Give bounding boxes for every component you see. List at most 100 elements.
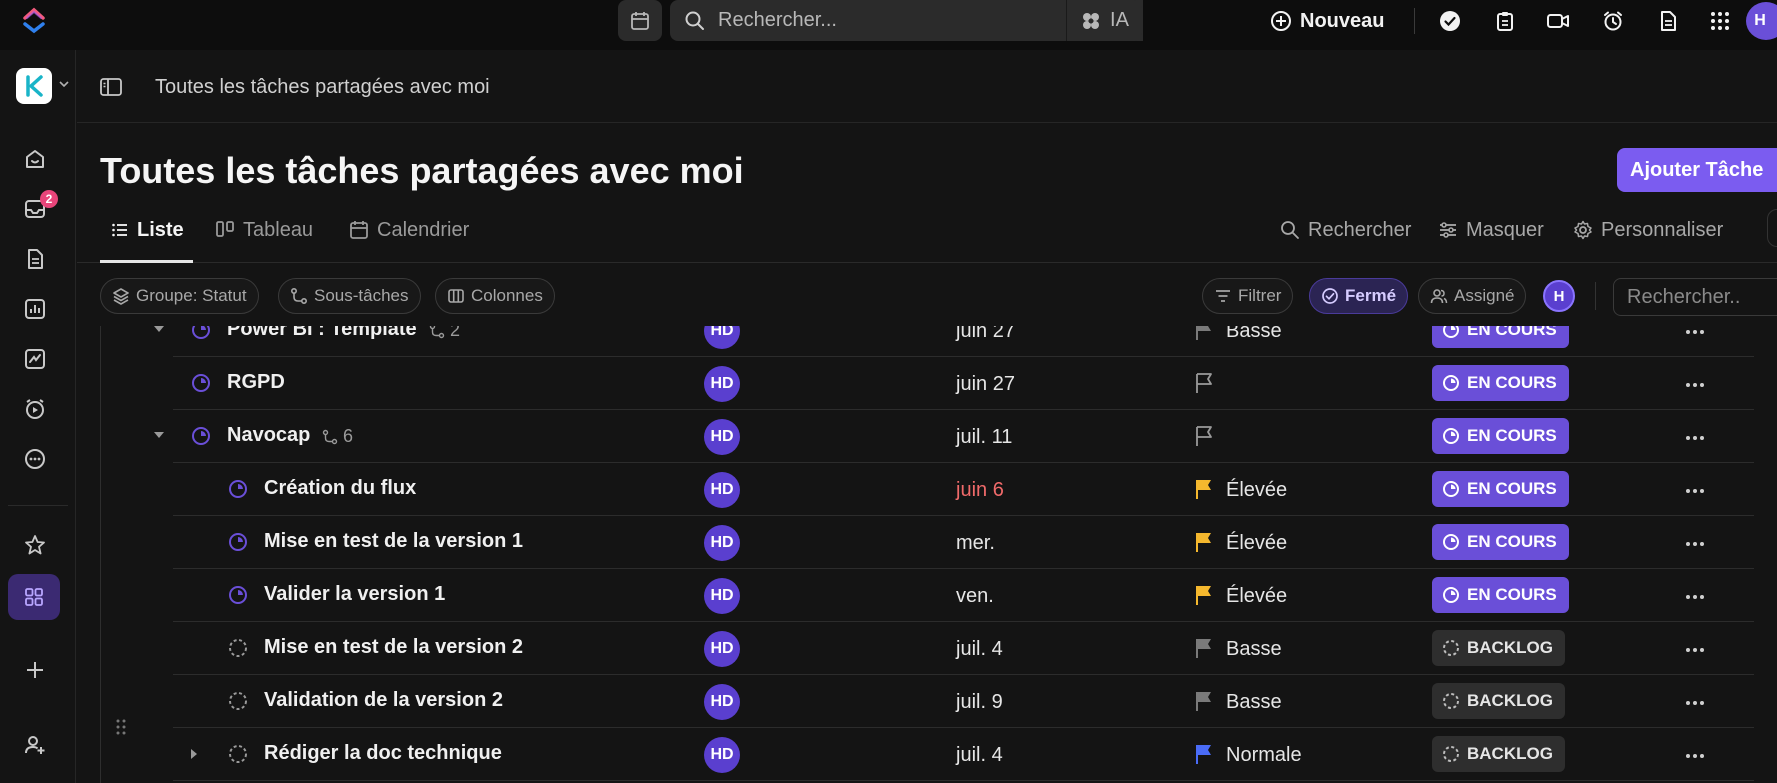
more-options-icon[interactable] [1685,541,1705,547]
status-badge[interactable]: EN COURS [1432,471,1569,507]
columns-pill[interactable]: Colonnes [435,278,555,314]
assignee-avatar[interactable]: HD [704,326,740,349]
due-date[interactable]: ven. [956,585,994,608]
more-options-icon[interactable] [1685,382,1705,388]
check-circle-icon[interactable] [1437,8,1463,34]
status-badge[interactable]: EN COURS [1432,524,1569,560]
calendar-button[interactable] [618,0,662,41]
due-date[interactable]: juil. 4 [956,744,1003,767]
docs-icon[interactable] [22,246,48,272]
task-name[interactable]: RGPD [227,371,285,394]
alarm-clock-icon[interactable] [1600,8,1626,34]
task-status-icon[interactable] [191,426,211,446]
flag-empty-icon[interactable] [1194,372,1214,394]
hide-button[interactable]: Masquer [1438,215,1544,245]
assignee-avatar[interactable]: HD [704,525,740,561]
closed-filter-pill[interactable]: Fermé [1309,278,1409,314]
task-name[interactable]: Validation de la version 2 [264,689,503,712]
clickup-logo-icon[interactable] [20,6,48,34]
due-date[interactable]: juin 27 [956,373,1015,396]
task-status-icon[interactable] [228,532,248,552]
task-status-icon[interactable] [228,479,248,499]
due-date[interactable]: juil. 4 [956,638,1003,661]
assignee-avatar[interactable]: HD [704,631,740,667]
more-circle-icon[interactable] [22,446,48,472]
due-date[interactable]: juil. 9 [956,691,1003,714]
table-row[interactable]: Power BI : Template HD juin 27 Basse EN COUR… [154,326,1754,357]
tab-list[interactable]: Liste [111,215,184,245]
task-status-icon[interactable] [228,744,248,764]
star-icon[interactable] [22,532,48,558]
due-date[interactable]: mer. [956,532,995,555]
clips-icon[interactable] [22,396,48,422]
due-date[interactable]: juil. 11 [956,426,1012,449]
task-status-icon[interactable] [228,691,248,711]
more-options-icon[interactable] [1685,435,1705,441]
table-row[interactable]: Création du flux HD juin 6 Élevée EN COURS [173,463,1754,516]
new-item-button[interactable]: Nouveau [1270,8,1384,34]
dashboards-icon[interactable] [22,296,48,322]
ai-button[interactable]: IA [1066,0,1142,41]
clipboard-icon[interactable] [1492,8,1518,34]
status-badge[interactable]: EN COURS [1432,418,1569,454]
table-row[interactable]: RGPD HD juin 27 EN COURS [173,357,1754,410]
caret-down-icon[interactable] [153,326,165,336]
table-row[interactable]: Mise en test de la version 2 HD juil. 4 Bas… [173,622,1754,675]
home-icon[interactable] [22,146,48,172]
table-row[interactable]: Navocap HD juil. 11 EN COURS 6 [154,410,1754,463]
table-row[interactable]: Valider la version 1 HD ven. Élevée EN COURS [173,569,1754,622]
task-name[interactable]: Rédiger la doc technique [264,742,502,765]
flag-high-icon[interactable] [1194,478,1214,500]
task-name[interactable]: Mise en test de la version 1 [264,530,523,553]
subtask-count[interactable]: 6 [322,426,353,447]
assignee-avatar[interactable]: HD [704,366,740,402]
assignee-avatar[interactable]: HD [704,472,740,508]
status-badge[interactable]: EN COURS [1432,365,1569,401]
filter-pill[interactable]: Filtrer [1202,278,1294,314]
apps-grid-icon[interactable] [1707,8,1733,34]
list-search-input[interactable]: Rechercher.. [1613,278,1777,316]
more-options-icon[interactable] [1685,647,1705,653]
user-filter-avatar[interactable]: H [1543,280,1575,312]
breadcrumb-title[interactable]: Toutes les tâches partagées avec moi [155,76,490,99]
status-badge[interactable]: BACKLOG [1432,683,1565,719]
group-by-pill[interactable]: Groupe: Statut [100,278,259,314]
document-icon[interactable] [1655,8,1681,34]
whiteboards-icon[interactable] [22,346,48,372]
task-name[interactable]: Power BI : Template [227,326,417,341]
table-row[interactable]: Mise en test de la version 1 HD mer. Élevée… [173,516,1754,569]
flag-low-icon[interactable] [1194,326,1214,341]
drag-handle-icon[interactable] [115,718,127,736]
flag-low-icon[interactable] [1194,637,1214,659]
assignee-avatar[interactable]: HD [704,684,740,720]
status-badge[interactable]: BACKLOG [1432,736,1565,772]
status-badge[interactable]: EN COURS [1432,326,1569,348]
caret-down-icon[interactable] [153,430,165,442]
task-name[interactable]: Navocap [227,424,310,447]
subtasks-pill[interactable]: Sous-tâches [278,278,421,314]
more-options-icon[interactable] [1685,329,1705,335]
view-search-button[interactable]: Rechercher [1280,215,1411,245]
chevron-down-icon[interactable] [58,78,70,90]
customize-button[interactable]: Personnaliser [1573,215,1723,245]
flag-low-icon[interactable] [1194,690,1214,712]
tab-board[interactable]: Tableau [215,215,313,245]
more-options-icon[interactable] [1685,753,1705,759]
assignee-avatar[interactable]: HD [704,578,740,614]
subtask-count[interactable]: 2 [429,326,460,341]
table-row[interactable]: Rédiger la doc technique HD juil. 4 Normale… [173,728,1754,781]
due-date[interactable]: juin 27 [956,326,1015,343]
task-name[interactable]: Valider la version 1 [264,583,445,606]
caret-right-icon[interactable] [189,748,201,760]
status-badge[interactable]: BACKLOG [1432,630,1565,666]
more-options-icon[interactable] [1685,594,1705,600]
task-name[interactable]: Création du flux [264,477,416,500]
sidebar-toggle-icon[interactable] [99,76,123,98]
task-status-icon[interactable] [228,638,248,658]
task-status-icon[interactable] [228,585,248,605]
view-options-button[interactable] [1767,209,1777,247]
tab-calendar[interactable]: Calendrier [349,215,469,245]
flag-normal-icon[interactable] [1194,743,1214,765]
invite-user-icon[interactable] [22,732,48,758]
plus-icon[interactable] [22,657,48,683]
